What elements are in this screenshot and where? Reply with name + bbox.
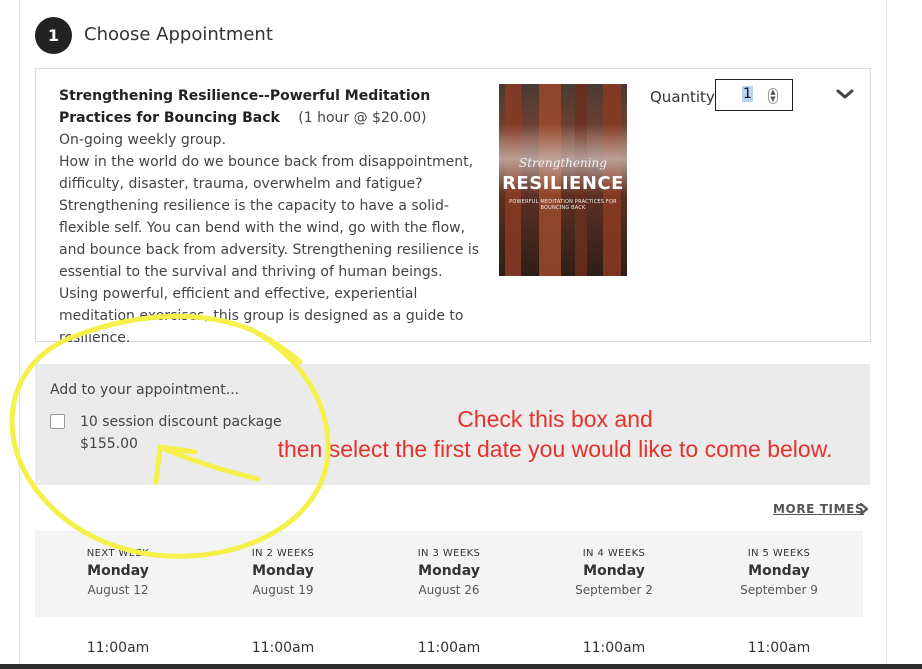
week-column: IN 5 WEEKS Monday September 9 [696, 531, 862, 597]
annotation-note: Check this box and then select the first… [235, 404, 875, 464]
addon-section: Add to your appointment... 10 session di… [35, 364, 870, 485]
description-line: On-going weekly group. [59, 132, 227, 148]
image-title-text: RESILIENCE [502, 173, 624, 194]
time-slot[interactable]: 11:00am [696, 640, 862, 656]
image-script-text: Strengthening [519, 156, 607, 170]
annotation-line-1: Check this box and [457, 406, 653, 432]
appointment-duration-price: (1 hour @ $20.00) [298, 110, 427, 126]
quantity-label: Quantity: [650, 88, 719, 106]
appointment-image: Strengthening RESILIENCE POWERFUL MEDITA… [499, 84, 627, 276]
more-times-link[interactable]: MORE TIMES [773, 502, 864, 516]
week-relative-label: IN 4 WEEKS [582, 548, 646, 559]
appointment-card[interactable]: Strengthening Resilience--Powerful Medit… [35, 68, 871, 346]
description-line: Strengthening resilience is the capacity… [59, 198, 480, 280]
addon-item-price: $155.00 [80, 436, 138, 452]
week-date: August 19 [252, 583, 314, 597]
annotation-line-2: then select the first date you would lik… [277, 436, 833, 462]
step-title: Choose Appointment [84, 24, 273, 45]
appointment-description: Strengthening Resilience--Powerful Medit… [59, 85, 484, 349]
week-relative-label: IN 2 WEEKS [251, 548, 315, 559]
week-column: IN 4 WEEKS Monday September 2 [531, 531, 697, 597]
week-column: NEXT WEEK Monday August 12 [35, 531, 201, 597]
spinner-icon[interactable]: ▲ ▼ [768, 88, 778, 104]
week-date: September 9 [740, 583, 818, 597]
chevron-right-icon[interactable] [859, 503, 869, 515]
description-line: Using powerful, efficient and effective,… [59, 286, 464, 346]
week-day: Monday [583, 563, 645, 579]
week-date: August 26 [418, 583, 480, 597]
addon-checkbox[interactable] [50, 414, 65, 429]
week-relative-label: IN 5 WEEKS [747, 548, 811, 559]
quantity-value[interactable]: 1 [742, 86, 753, 102]
time-slot[interactable]: 11:00am [200, 640, 366, 656]
week-day: Monday [748, 563, 810, 579]
quantity-stepper[interactable]: 1 ▲ ▼ [715, 79, 793, 111]
time-slot[interactable]: 11:00am [366, 640, 532, 656]
week-day: Monday [418, 563, 480, 579]
week-date: September 2 [575, 583, 653, 597]
time-slot[interactable]: 11:00am [35, 640, 201, 656]
week-date: August 12 [87, 583, 149, 597]
addon-heading: Add to your appointment... [50, 382, 240, 398]
bottom-bar [0, 664, 922, 669]
image-subtitle-text: POWERFUL MEDITATION PRACTICES FOR BOUNCI… [509, 199, 617, 211]
week-header: NEXT WEEK Monday August 12 IN 2 WEEKS Mo… [35, 531, 863, 617]
step-number-badge: 1 [35, 17, 72, 54]
week-day: Monday [252, 563, 314, 579]
chevron-down-icon[interactable] [836, 85, 854, 103]
week-column: IN 3 WEEKS Monday August 26 [366, 531, 532, 597]
description-line: How in the world do we bounce back from … [59, 154, 474, 192]
time-slot[interactable]: 11:00am [531, 640, 697, 656]
week-column: IN 2 WEEKS Monday August 19 [200, 531, 366, 597]
week-relative-label: IN 3 WEEKS [417, 548, 481, 559]
week-relative-label: NEXT WEEK [86, 548, 150, 559]
week-day: Monday [87, 563, 149, 579]
